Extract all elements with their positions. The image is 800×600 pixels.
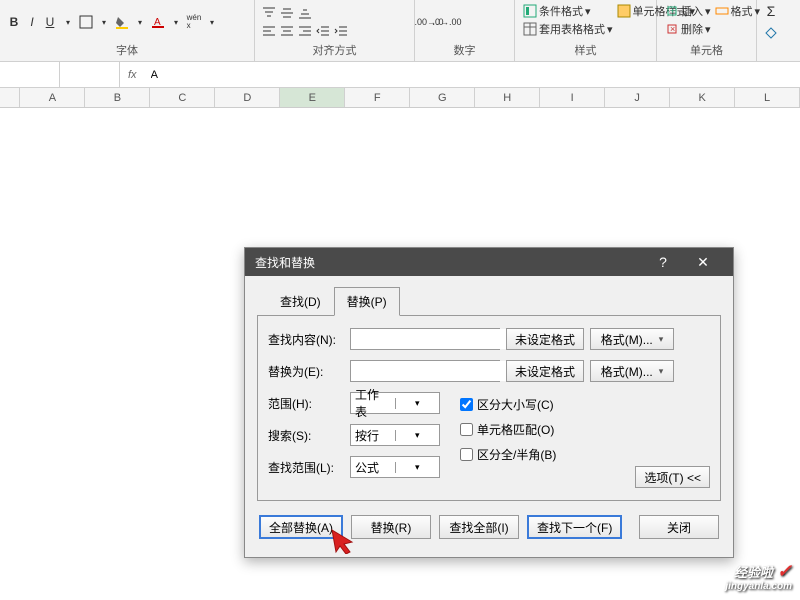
column-header[interactable]: F [345, 88, 410, 107]
formula-bar: fx [0, 62, 800, 88]
italic-button[interactable]: I [24, 14, 40, 30]
find-all-button[interactable]: 查找全部(I) [439, 515, 519, 539]
decimal-decrease-icon[interactable]: .0→.00 [439, 14, 455, 30]
svg-text:+: + [670, 6, 675, 16]
ribbon-group-cells: +插入 ▾ ×删除 ▾ 格式 ▾ 单元格 [657, 0, 757, 61]
ribbon-group-font: B I U ▾ ▾ ▾ A ▾ wénx ▾ 字体 [0, 0, 255, 61]
close-icon[interactable]: ✕ [683, 248, 723, 276]
tab-replace[interactable]: 替换(P) [334, 287, 400, 316]
column-headers: ABCDEFGHIJKL [0, 88, 800, 108]
autosum-icon[interactable]: Σ [763, 3, 779, 19]
replace-format-preview: 未设定格式 [506, 360, 584, 382]
group-label-align: 对齐方式 [261, 42, 408, 59]
svg-text:×: × [670, 24, 675, 34]
format-table-button[interactable]: 套用表格格式 ▾ [521, 20, 615, 38]
watermark: 经验啦✓ jingyanla.com [725, 564, 792, 594]
scope-label: 范围(H): [268, 395, 344, 412]
match-case-check[interactable]: 区分大小写(C) [460, 396, 556, 413]
group-label-number: 数字 [421, 42, 508, 59]
column-header[interactable]: C [150, 88, 215, 107]
align-center-icon[interactable] [279, 23, 295, 39]
dialog-titlebar[interactable]: 查找和替换 ? ✕ [245, 248, 733, 276]
column-header[interactable]: D [215, 88, 280, 107]
ribbon-group-number: .00→.0 .0→.00 数字 [415, 0, 515, 61]
find-format-preview: 未设定格式 [506, 328, 584, 350]
find-format-button[interactable]: 格式(M)...▾ [590, 328, 674, 350]
font-color-button[interactable]: A [150, 14, 166, 30]
column-header[interactable]: B [85, 88, 150, 107]
replace-input[interactable]: ▾ [350, 360, 500, 382]
find-next-button[interactable]: 查找下一个(F) [527, 515, 622, 539]
dialog-title: 查找和替换 [255, 254, 643, 271]
phonetic-button[interactable]: wénx [186, 14, 202, 30]
dialog-tabs: 查找(D) 替换(P) [267, 286, 721, 315]
search-select[interactable]: 按行▾ [350, 424, 440, 446]
border-button[interactable] [78, 14, 94, 30]
ribbon-group-editing: Σ [757, 0, 797, 61]
column-header[interactable]: I [540, 88, 605, 107]
match-cell-check[interactable]: 单元格匹配(O) [460, 421, 556, 438]
replace-button[interactable]: 替换(R) [351, 515, 431, 539]
chevron-down-icon[interactable]: ▾ [60, 14, 76, 30]
chevron-down-icon[interactable]: ▾ [204, 14, 220, 30]
replace-all-button[interactable]: 全部替换(A) [259, 515, 343, 539]
column-header[interactable]: J [605, 88, 670, 107]
name-box[interactable] [0, 62, 60, 87]
group-label-font: 字体 [6, 42, 248, 59]
formula-input[interactable] [145, 62, 800, 87]
column-header[interactable]: K [670, 88, 735, 107]
options-button[interactable]: 选项(T) << [635, 466, 710, 488]
fx-icon[interactable]: fx [120, 69, 145, 81]
group-label-styles: 样式 [521, 42, 650, 59]
scope-select[interactable]: 工作表▾ [350, 392, 440, 414]
close-button[interactable]: 关闭 [639, 515, 719, 539]
replace-label: 替换为(E): [268, 363, 344, 380]
chevron-down-icon[interactable]: ▾ [168, 14, 184, 30]
find-label: 查找内容(N): [268, 331, 344, 348]
group-label-cells: 单元格 [663, 42, 750, 59]
replace-format-button[interactable]: 格式(M)...▾ [590, 360, 674, 382]
select-all-corner[interactable] [0, 88, 20, 107]
fill-icon[interactable] [763, 25, 779, 41]
indent-decrease-icon[interactable] [315, 23, 331, 39]
align-top-icon[interactable] [261, 5, 277, 21]
column-header[interactable]: L [735, 88, 800, 107]
find-replace-dialog: 查找和替换 ? ✕ 查找(D) 替换(P) 查找内容(N): ▾ 未设定格式 格… [244, 247, 734, 558]
tab-find[interactable]: 查找(D) [267, 287, 334, 316]
align-bottom-icon[interactable] [297, 5, 313, 21]
ribbon-group-styles: 条件格式 ▾ 套用表格格式 ▾ 单元格样式 ▾ 样式 [515, 0, 657, 61]
match-width-check[interactable]: 区分全/半角(B) [460, 446, 556, 463]
insert-button[interactable]: +插入 ▾ [663, 2, 713, 20]
spreadsheet-grid: ABCDEFGHIJKL [0, 88, 800, 108]
column-header[interactable]: G [410, 88, 475, 107]
lookin-select[interactable]: 公式▾ [350, 456, 440, 478]
chevron-down-icon[interactable]: ▾ [132, 14, 148, 30]
column-header[interactable]: A [20, 88, 85, 107]
align-middle-icon[interactable] [279, 5, 295, 21]
help-button[interactable]: ? [643, 248, 683, 276]
indent-increase-icon[interactable] [333, 23, 349, 39]
bold-button[interactable]: B [6, 14, 22, 30]
search-label: 搜索(S): [268, 427, 344, 444]
lookin-label: 查找范围(L): [268, 459, 344, 476]
chevron-down-icon[interactable]: ▾ [96, 14, 112, 30]
column-header[interactable]: E [280, 88, 345, 107]
align-left-icon[interactable] [261, 23, 277, 39]
underline-button[interactable]: U [42, 14, 58, 30]
find-input[interactable]: ▾ [350, 328, 500, 350]
delete-button[interactable]: ×删除 ▾ [663, 20, 713, 38]
format-button[interactable]: 格式 ▾ [713, 2, 763, 20]
column-header[interactable]: H [475, 88, 540, 107]
align-right-icon[interactable] [297, 23, 313, 39]
conditional-format-button[interactable]: 条件格式 ▾ [521, 2, 593, 20]
fill-color-button[interactable] [114, 14, 130, 30]
ribbon: B I U ▾ ▾ ▾ A ▾ wénx ▾ 字体 [0, 0, 800, 62]
ribbon-group-align: 对齐方式 [255, 0, 415, 61]
